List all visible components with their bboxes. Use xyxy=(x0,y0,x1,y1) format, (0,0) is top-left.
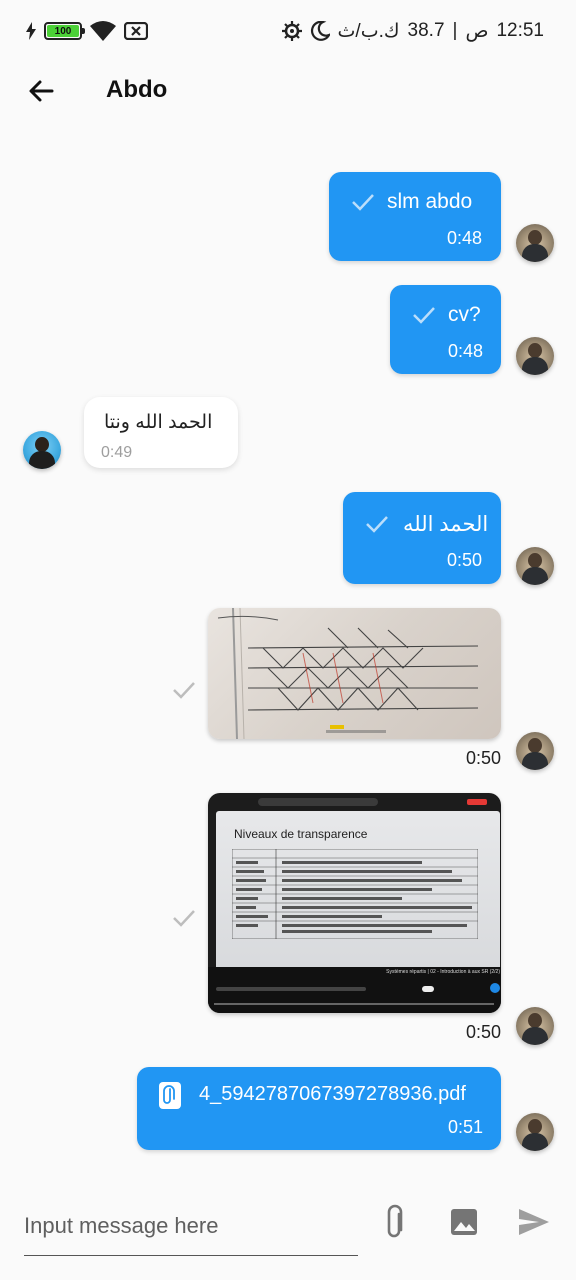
slide-title: Niveaux de transparence xyxy=(234,827,368,841)
avatar[interactable] xyxy=(516,732,554,770)
avatar[interactable] xyxy=(516,224,554,262)
message-time: 0:51 xyxy=(448,1117,484,1137)
slide-content: Niveaux de transparence xyxy=(216,811,500,991)
message-time: 0:50 xyxy=(466,748,502,768)
avatar[interactable] xyxy=(516,337,554,375)
network-speed-unit: ك.ب/ث xyxy=(337,20,400,42)
message-bubble-outgoing[interactable]: slm abdo 0:48 xyxy=(329,172,501,261)
message-text: slm abdo xyxy=(387,190,473,213)
chat-title: Abdo xyxy=(106,76,168,103)
message-bubble-incoming[interactable]: الحمد الله ونتا 0:49 xyxy=(84,397,238,468)
battery-icon: 100 xyxy=(44,22,85,40)
moon-icon xyxy=(310,21,330,41)
no-sim-icon xyxy=(124,22,148,40)
message-text: الحمد الله ونتا xyxy=(104,412,213,433)
send-icon xyxy=(519,1209,549,1235)
status-left: 100 xyxy=(26,18,148,44)
slide-table xyxy=(232,849,478,939)
network-speed: 38.7 xyxy=(407,20,445,41)
message-input[interactable] xyxy=(24,1196,358,1256)
message-text: الحمد الله xyxy=(403,513,489,536)
status-bar: 100 ك.ب/ث 38.7 | ص 12:51 xyxy=(0,0,576,62)
avatar[interactable] xyxy=(23,431,61,469)
status-separator: | xyxy=(452,20,458,41)
sent-check-icon xyxy=(352,194,374,211)
file-message[interactable]: 4_5942787067397278936.pdf 0:51 xyxy=(137,1067,501,1150)
settings-icon xyxy=(281,21,302,41)
image-message[interactable]: Niveaux de transparence Systèmes réparti… xyxy=(208,793,501,1013)
back-button[interactable] xyxy=(22,72,62,112)
wifi-icon xyxy=(90,21,116,41)
file-icon xyxy=(159,1082,181,1109)
file-name: 4_5942787067397278936.pdf xyxy=(199,1083,466,1105)
sent-check-icon xyxy=(173,682,195,699)
video-title: Systèmes répartis | 02 - Introduction à … xyxy=(386,969,500,975)
chat-screen: 100 ك.ب/ث 38.7 | ص 12:51 Abdo slm abdo 0… xyxy=(0,0,576,1280)
image-button[interactable] xyxy=(444,1202,484,1242)
browser-url-bar xyxy=(258,798,378,806)
arrow-left-icon xyxy=(29,80,54,102)
message-time: 0:50 xyxy=(447,550,483,570)
message-time: 0:49 xyxy=(101,444,133,461)
sent-check-icon xyxy=(173,910,195,927)
video-controls: Systèmes répartis | 02 - Introduction à … xyxy=(208,967,501,1013)
avatar[interactable] xyxy=(516,1113,554,1151)
message-bubble-outgoing[interactable]: الحمد الله 0:50 xyxy=(343,492,501,584)
message-time: 0:48 xyxy=(448,341,484,361)
status-right: ك.ب/ث 38.7 | ص 12:51 xyxy=(281,18,544,44)
youtube-logo-icon xyxy=(467,799,487,805)
whiteboard-photo xyxy=(217,608,479,739)
clock: 12:51 xyxy=(496,20,544,41)
avatar[interactable] xyxy=(516,547,554,585)
message-time: 0:48 xyxy=(447,228,483,248)
send-button[interactable] xyxy=(514,1202,554,1242)
message-composer xyxy=(0,1190,576,1260)
am-pm: ص xyxy=(465,20,489,42)
image-icon xyxy=(451,1209,477,1235)
sent-check-icon xyxy=(366,516,388,533)
message-bubble-outgoing[interactable]: cv? 0:48 xyxy=(390,285,501,374)
app-bar: Abdo xyxy=(0,62,576,120)
image-message[interactable] xyxy=(208,608,501,739)
avatar[interactable] xyxy=(516,1007,554,1045)
attach-button[interactable] xyxy=(375,1202,415,1242)
message-time: 0:50 xyxy=(466,1022,502,1042)
paperclip-icon xyxy=(387,1204,403,1238)
battery-level: 100 xyxy=(47,25,79,37)
charging-icon xyxy=(26,22,36,40)
sent-check-icon xyxy=(413,307,435,324)
message-text: cv? xyxy=(448,303,481,326)
